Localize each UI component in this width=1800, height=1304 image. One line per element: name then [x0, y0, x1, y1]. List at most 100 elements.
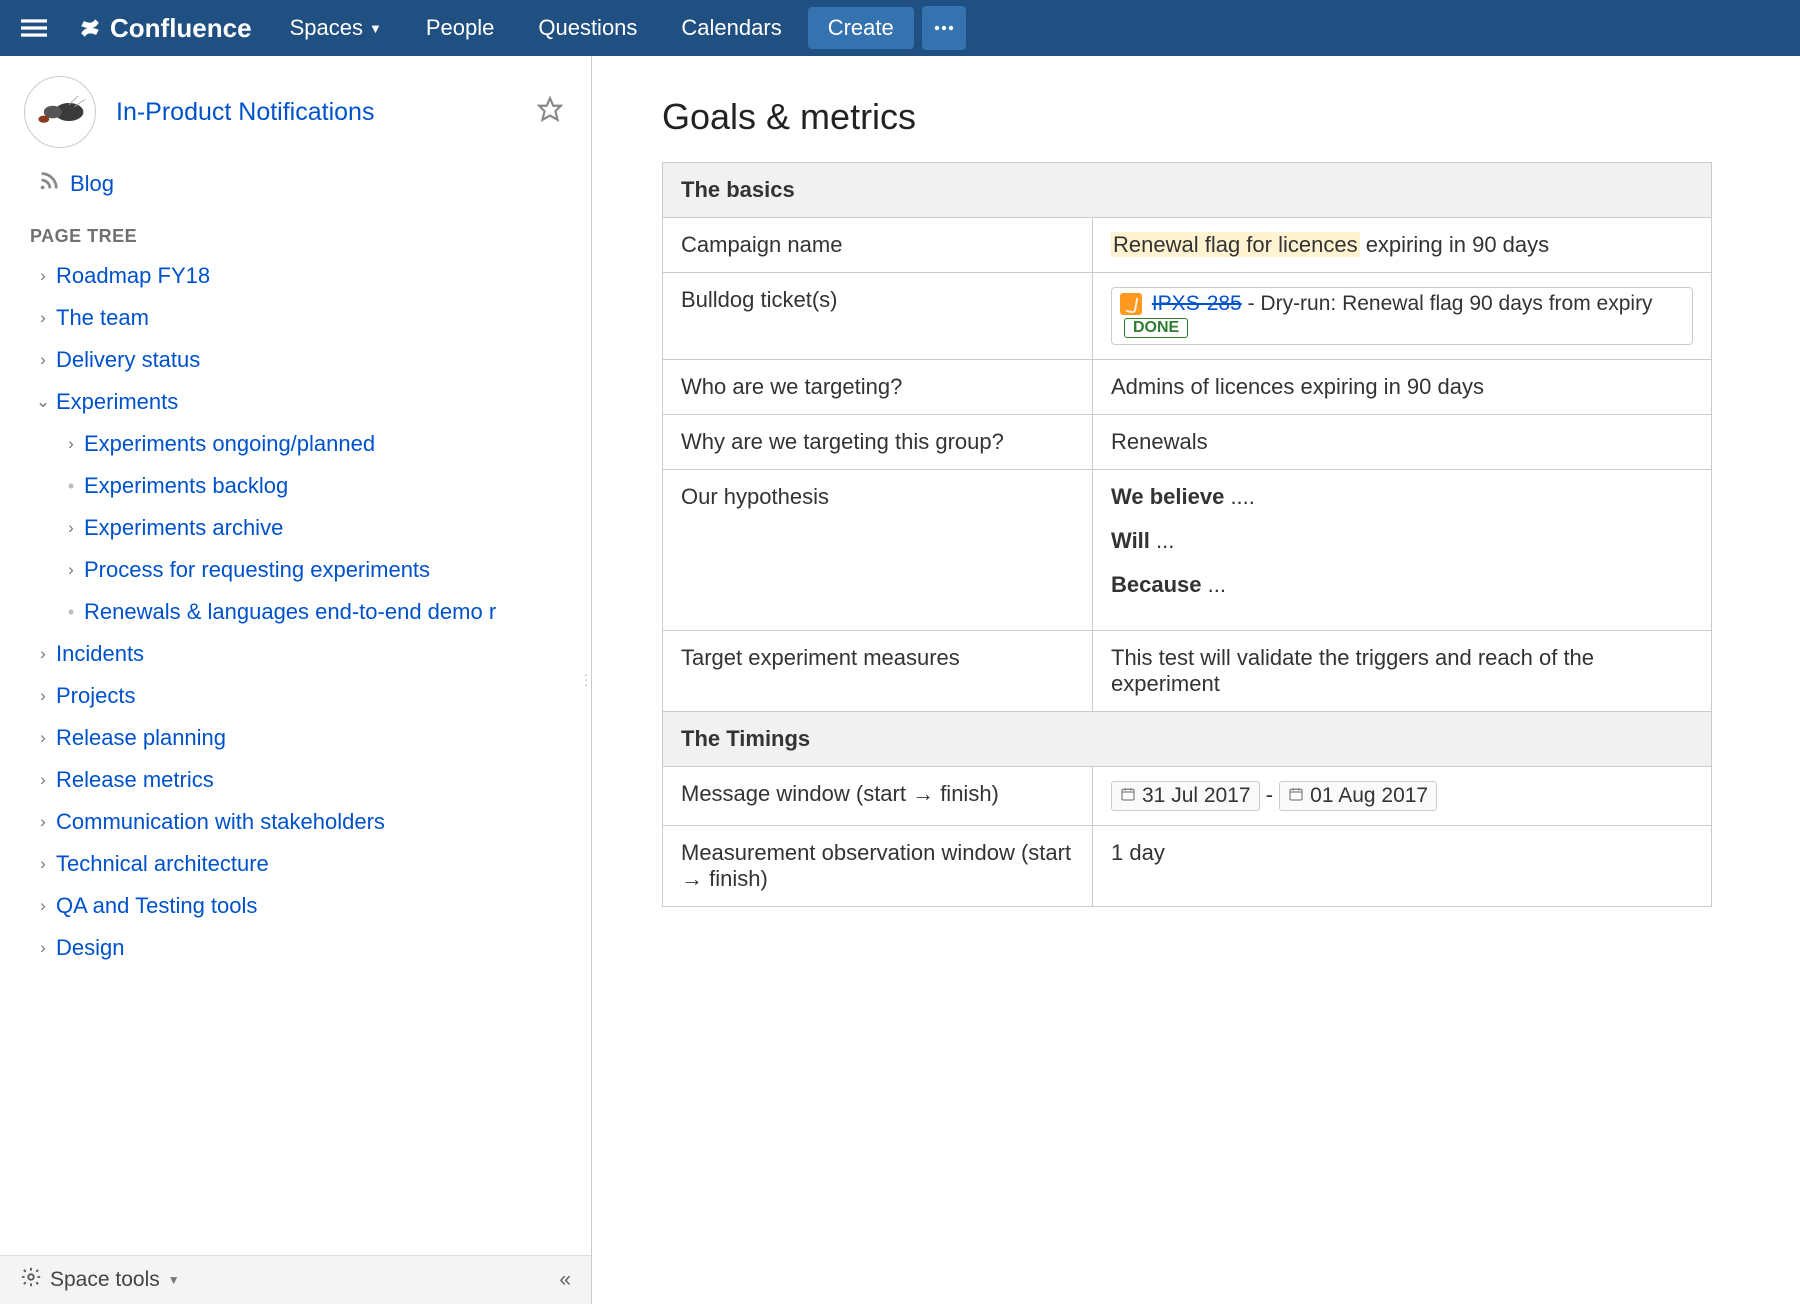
- space-title-link[interactable]: In-Product Notifications: [116, 98, 529, 127]
- sidebar-blog-link[interactable]: Blog: [0, 160, 591, 208]
- table-row: Message window (start → finish) 31 Jul 2…: [663, 767, 1712, 826]
- tree-item-label: Release metrics: [56, 767, 214, 793]
- brand-text: Confluence: [110, 13, 252, 44]
- more-actions-button[interactable]: [922, 6, 966, 50]
- space-avatar[interactable]: [24, 76, 96, 148]
- nav-calendars[interactable]: Calendars: [663, 15, 799, 41]
- sidebar-tree-item[interactable]: ›Roadmap FY18: [0, 255, 591, 297]
- chevron-right-icon[interactable]: ›: [30, 308, 56, 328]
- chevron-right-icon[interactable]: ›: [30, 644, 56, 664]
- main-content: Goals & metrics The basics Campaign name…: [592, 56, 1800, 1304]
- nav-spaces[interactable]: Spaces ▼: [272, 15, 400, 41]
- chevron-right-icon[interactable]: ›: [30, 896, 56, 916]
- sidebar-tree-item[interactable]: ›Design: [0, 927, 591, 969]
- page-tree: ›Roadmap FY18›The team›Delivery status⌄E…: [0, 255, 591, 969]
- msg-window-label: Message window (start → finish): [663, 767, 1093, 826]
- sidebar-tree-item[interactable]: ›Release metrics: [0, 759, 591, 801]
- measures-label: Target experiment measures: [663, 631, 1093, 712]
- sidebar: In-Product Notifications Blog PAGE TREE …: [0, 56, 592, 1304]
- chevron-right-icon[interactable]: ›: [30, 728, 56, 748]
- why-label: Why are we targeting this group?: [663, 415, 1093, 470]
- chevron-right-icon[interactable]: ›: [58, 560, 84, 580]
- tree-item-label: Renewals & languages end-to-end demo r: [84, 599, 496, 625]
- bulldog-ticket-label: Bulldog ticket(s): [663, 273, 1093, 360]
- table-row: Who are we targeting? Admins of licences…: [663, 360, 1712, 415]
- sidebar-tree-item[interactable]: ›Release planning: [0, 717, 591, 759]
- measures-value: This test will validate the triggers and…: [1093, 631, 1712, 712]
- tree-item-label: Experiments: [56, 389, 178, 415]
- tree-item-label: Projects: [56, 683, 135, 709]
- bulldog-ticket-value: IPXS-285 - Dry-run: Renewal flag 90 days…: [1093, 273, 1712, 360]
- jira-issue-icon: [1120, 293, 1142, 315]
- bullet-icon[interactable]: •: [58, 476, 84, 497]
- tree-item-label: Roadmap FY18: [56, 263, 210, 289]
- chevron-right-icon[interactable]: ›: [58, 434, 84, 454]
- sidebar-resize-handle[interactable]: ⋮: [579, 672, 595, 689]
- sidebar-tree-item[interactable]: ›QA and Testing tools: [0, 885, 591, 927]
- create-button[interactable]: Create: [808, 7, 914, 49]
- sidebar-tree-item[interactable]: •Experiments backlog: [0, 465, 591, 507]
- sidebar-tree-item[interactable]: ›Projects: [0, 675, 591, 717]
- sidebar-tree-item[interactable]: ›Experiments ongoing/planned: [0, 423, 591, 465]
- goals-table: The basics Campaign name Renewal flag fo…: [662, 162, 1712, 907]
- table-row: Bulldog ticket(s) IPXS-285 - Dry-run: Re…: [663, 273, 1712, 360]
- app-switcher-button[interactable]: [12, 6, 56, 50]
- tree-item-label: Technical architecture: [56, 851, 269, 877]
- date-end[interactable]: 01 Aug 2017: [1279, 781, 1437, 811]
- bullet-icon[interactable]: •: [58, 602, 84, 623]
- calendar-icon: [1120, 784, 1136, 808]
- chevron-right-icon[interactable]: ›: [58, 518, 84, 538]
- confluence-logo[interactable]: Confluence: [64, 13, 264, 44]
- tree-item-label: Experiments ongoing/planned: [84, 431, 375, 457]
- table-row: Campaign name Renewal flag for licences …: [663, 218, 1712, 273]
- sidebar-tree-item[interactable]: ›Technical architecture: [0, 843, 591, 885]
- obs-window-value: 1 day: [1093, 826, 1712, 907]
- date-start[interactable]: 31 Jul 2017: [1111, 781, 1260, 811]
- obs-window-label: Measurement observation window (start → …: [663, 826, 1093, 907]
- page-tree-label: PAGE TREE: [0, 208, 591, 255]
- jira-ticket-key: IPXS-285: [1152, 292, 1242, 315]
- chevron-down-icon[interactable]: ⌄: [30, 392, 56, 412]
- msg-window-value: 31 Jul 2017 - 01 Aug 2017: [1093, 767, 1712, 826]
- page-title: Goals & metrics: [662, 96, 1760, 138]
- chevron-down-icon: ▼: [168, 1273, 180, 1287]
- tree-item-label: Experiments backlog: [84, 473, 288, 499]
- chevron-right-icon[interactable]: ›: [30, 770, 56, 790]
- nav-people[interactable]: People: [408, 15, 513, 41]
- sidebar-tree-item[interactable]: ›Communication with stakeholders: [0, 801, 591, 843]
- sidebar-tree-item[interactable]: ›Process for requesting experiments: [0, 549, 591, 591]
- sidebar-tree-item[interactable]: •Renewals & languages end-to-end demo r: [0, 591, 591, 633]
- space-tools-menu[interactable]: Space tools ▼: [20, 1266, 180, 1294]
- campaign-name-value: Renewal flag for licences expiring in 90…: [1093, 218, 1712, 273]
- tree-item-label: Release planning: [56, 725, 226, 751]
- chevron-right-icon[interactable]: ›: [30, 686, 56, 706]
- hypothesis-label: Our hypothesis: [663, 470, 1093, 631]
- chevron-right-icon[interactable]: ›: [30, 812, 56, 832]
- tree-item-label: Incidents: [56, 641, 144, 667]
- tree-item-label: QA and Testing tools: [56, 893, 257, 919]
- sidebar-tree-item[interactable]: ⌄Experiments: [0, 381, 591, 423]
- tree-item-label: Experiments archive: [84, 515, 283, 541]
- star-icon[interactable]: [529, 88, 571, 136]
- targeting-value: Admins of licences expiring in 90 days: [1093, 360, 1712, 415]
- targeting-label: Who are we targeting?: [663, 360, 1093, 415]
- sidebar-tree-item[interactable]: ›The team: [0, 297, 591, 339]
- table-row: Target experiment measures This test wil…: [663, 631, 1712, 712]
- sidebar-tree-item[interactable]: ›Incidents: [0, 633, 591, 675]
- chevron-right-icon[interactable]: ›: [30, 938, 56, 958]
- table-row: Why are we targeting this group? Renewal…: [663, 415, 1712, 470]
- chevron-right-icon[interactable]: ›: [30, 350, 56, 370]
- campaign-name-label: Campaign name: [663, 218, 1093, 273]
- nav-questions[interactable]: Questions: [520, 15, 655, 41]
- collapse-sidebar-button[interactable]: «: [559, 1268, 571, 1292]
- hypothesis-value: We believe .... Will ... Because ...: [1093, 470, 1712, 631]
- chevron-right-icon[interactable]: ›: [30, 854, 56, 874]
- sidebar-tree-item[interactable]: ›Delivery status: [0, 339, 591, 381]
- jira-ticket-pill[interactable]: IPXS-285 - Dry-run: Renewal flag 90 days…: [1111, 287, 1693, 345]
- chevron-right-icon[interactable]: ›: [30, 266, 56, 286]
- sidebar-tree-item[interactable]: ›Experiments archive: [0, 507, 591, 549]
- gear-icon: [20, 1266, 42, 1294]
- tree-item-label: Design: [56, 935, 124, 961]
- table-row: Measurement observation window (start → …: [663, 826, 1712, 907]
- why-value: Renewals: [1093, 415, 1712, 470]
